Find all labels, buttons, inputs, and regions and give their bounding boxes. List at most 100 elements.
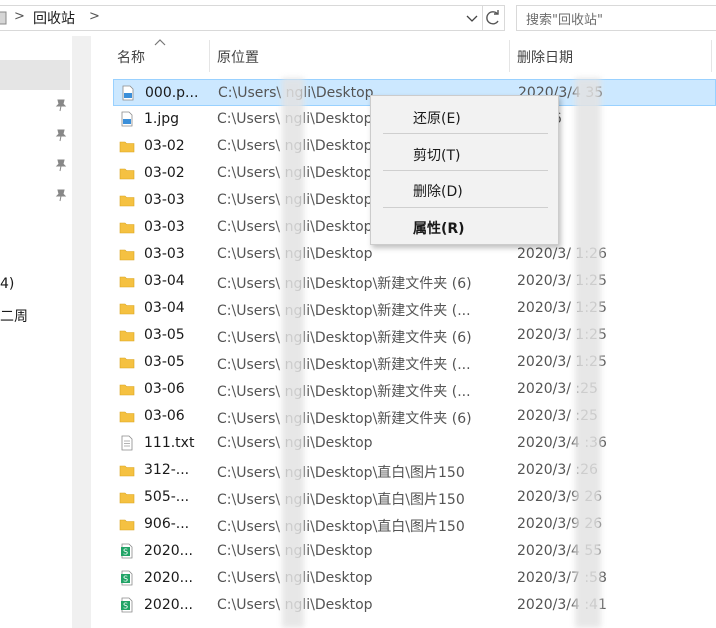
file-original-location: C:\Users\ ngli\Desktop\新建文件夹 (6): [217, 330, 472, 346]
file-original-location: C:\Users\ ngli\Desktop: [217, 543, 373, 559]
file-row[interactable]: S 2020... C:\Users\ ngli\Desktop 2020/3/7 :…: [113, 565, 716, 592]
pin-icon[interactable]: [54, 98, 68, 112]
spreadsheet-file-icon: S: [119, 597, 135, 613]
file-original-location: C:\Users\ ngli\Desktop: [217, 435, 373, 451]
breadcrumb-separator[interactable]: >: [14, 9, 25, 24]
image-file-icon: [119, 111, 135, 127]
breadcrumb-recycle-bin[interactable]: 回收站: [33, 8, 75, 28]
file-row[interactable]: 03-04 C:\Users\ ngli\Desktop\新建文件夹 (... 20…: [113, 295, 716, 322]
file-row[interactable]: 111.txt C:\Users\ ngli\Desktop 2020/3/4 :3…: [113, 430, 716, 457]
menu-item-label: 剪切(T): [413, 148, 461, 164]
nav-item-selected[interactable]: [0, 60, 70, 90]
column-original-location[interactable]: 原位置: [217, 47, 259, 67]
file-name: 03-05: [144, 354, 185, 370]
file-name: 111.txt: [144, 435, 195, 451]
file-name: 03-05: [144, 327, 185, 343]
menu-separator: [383, 207, 548, 208]
file-name: 000.p...: [145, 85, 199, 101]
spreadsheet-file-icon: S: [119, 570, 135, 586]
folder-icon: [119, 354, 135, 370]
folder-icon: [119, 300, 135, 316]
file-name: 1.jpg: [144, 111, 180, 127]
menu-item-delete[interactable]: 删除(D): [373, 175, 556, 205]
file-row[interactable]: 03-06 C:\Users\ ngli\Desktop\新建文件夹 (... 20…: [113, 376, 716, 403]
nav-scrollbar[interactable]: [72, 36, 91, 628]
chevron-down-icon[interactable]: [464, 8, 480, 28]
refresh-button[interactable]: [483, 5, 505, 31]
search-input[interactable]: 搜索"回收站": [516, 5, 716, 31]
search-placeholder: 搜索"回收站": [526, 13, 603, 28]
file-name: 2020...: [144, 543, 193, 559]
file-name: 906-...: [144, 516, 190, 532]
menu-item-label: 还原(E): [413, 111, 461, 127]
file-name: 505-...: [144, 489, 190, 505]
svg-text:S: S: [123, 548, 128, 557]
folder-icon: [119, 273, 135, 289]
file-row[interactable]: 03-04 C:\Users\ ngli\Desktop\新建文件夹 (6) 202…: [113, 268, 716, 295]
column-date-deleted[interactable]: 删除日期: [517, 47, 573, 67]
address-bar[interactable]: > 回收站 >: [0, 5, 483, 31]
file-row[interactable]: 505-... C:\Users\ ngli\Desktop\直白\图片150 20…: [113, 484, 716, 511]
recycle-bin-small-icon: [0, 11, 7, 25]
column-header: 名称 原位置 删除日期: [91, 36, 716, 76]
menu-item-label: 删除(D): [413, 184, 463, 200]
folder-icon: [119, 462, 135, 478]
menu-item-label: 属性(R): [413, 221, 465, 237]
context-menu: 还原(E) 剪切(T) 删除(D) 属性(R): [370, 95, 559, 245]
image-file-icon: [120, 85, 136, 101]
file-original-location: C:\Users\ ngli\Desktop\新建文件夹 (6): [217, 276, 472, 292]
column-divider[interactable]: [209, 40, 210, 72]
file-name: 2020...: [144, 597, 193, 613]
refresh-icon: [486, 10, 499, 25]
menu-item-restore[interactable]: 还原(E): [373, 102, 556, 132]
folder-icon: [119, 246, 135, 262]
address-bar-area: > 回收站 > 搜索"回收站": [0, 0, 716, 36]
folder-icon: [119, 327, 135, 343]
menu-item-cut[interactable]: 剪切(T): [373, 139, 556, 169]
file-row[interactable]: 03-05 C:\Users\ ngli\Desktop\新建文件夹 (6) 202…: [113, 322, 716, 349]
column-divider[interactable]: [509, 40, 510, 72]
file-original-location: C:\Users\ ngli\Desktop: [217, 246, 373, 262]
breadcrumb-separator[interactable]: >: [89, 9, 100, 24]
file-name: 03-02: [144, 165, 185, 181]
file-original-location: C:\Users\ ngli\Desktop\新建文件夹 (...: [217, 303, 471, 319]
menu-item-properties[interactable]: 属性(R): [373, 212, 556, 242]
folder-icon: [119, 219, 135, 235]
file-name: 03-04: [144, 300, 185, 316]
menu-separator: [383, 133, 548, 134]
sort-ascending-icon: [154, 39, 166, 46]
file-original-location: C:\Users\ ngli\Desktop: [217, 570, 373, 586]
spreadsheet-file-icon: S: [119, 543, 135, 559]
file-row[interactable]: 906-... C:\Users\ ngli\Desktop\直白\图片150 20…: [113, 511, 716, 538]
nav-item-partial[interactable]: 二周: [0, 306, 28, 326]
file-name: 03-06: [144, 408, 185, 424]
file-name: 2020...: [144, 570, 193, 586]
file-name: 03-03: [144, 219, 185, 235]
file-row[interactable]: 312-... C:\Users\ ngli\Desktop\直白\图片150 20…: [113, 457, 716, 484]
file-name: 03-03: [144, 246, 185, 262]
file-row[interactable]: S 2020... C:\Users\ ngli\Desktop 2020/3/4 :…: [113, 592, 716, 619]
folder-icon: [119, 408, 135, 424]
file-row[interactable]: 03-05 C:\Users\ ngli\Desktop\新建文件夹 (... 20…: [113, 349, 716, 376]
file-row[interactable]: 03-06 C:\Users\ ngli\Desktop\新建文件夹 (6) 202…: [113, 403, 716, 430]
column-name[interactable]: 名称: [117, 47, 145, 67]
pin-icon[interactable]: [54, 128, 68, 142]
folder-icon: [119, 516, 135, 532]
pin-icon[interactable]: [54, 158, 68, 172]
file-original-location: C:\Users\ ngli\Desktop\新建文件夹 (...: [217, 384, 471, 400]
file-original-location: C:\Users\ ngli\Desktop\新建文件夹 (6): [217, 411, 472, 427]
file-row[interactable]: 03-03 C:\Users\ ngli\Desktop 2020/3/ 1:26: [113, 241, 716, 268]
navigation-pane: 4) 二周: [0, 36, 72, 628]
svg-text:S: S: [123, 575, 128, 584]
file-name: 312-...: [144, 462, 190, 478]
folder-icon: [119, 381, 135, 397]
nav-item-partial[interactable]: 4): [0, 276, 14, 292]
pin-icon[interactable]: [54, 188, 68, 202]
file-row[interactable]: S 2020... C:\Users\ ngli\Desktop 2020/3/4 5…: [113, 538, 716, 565]
menu-separator: [383, 170, 548, 171]
folder-icon: [119, 165, 135, 181]
folder-icon: [119, 192, 135, 208]
column-divider[interactable]: [711, 40, 712, 72]
file-original-location: C:\Users\ ngli\Desktop\直白\图片150: [217, 492, 465, 508]
file-name: 03-04: [144, 273, 185, 289]
